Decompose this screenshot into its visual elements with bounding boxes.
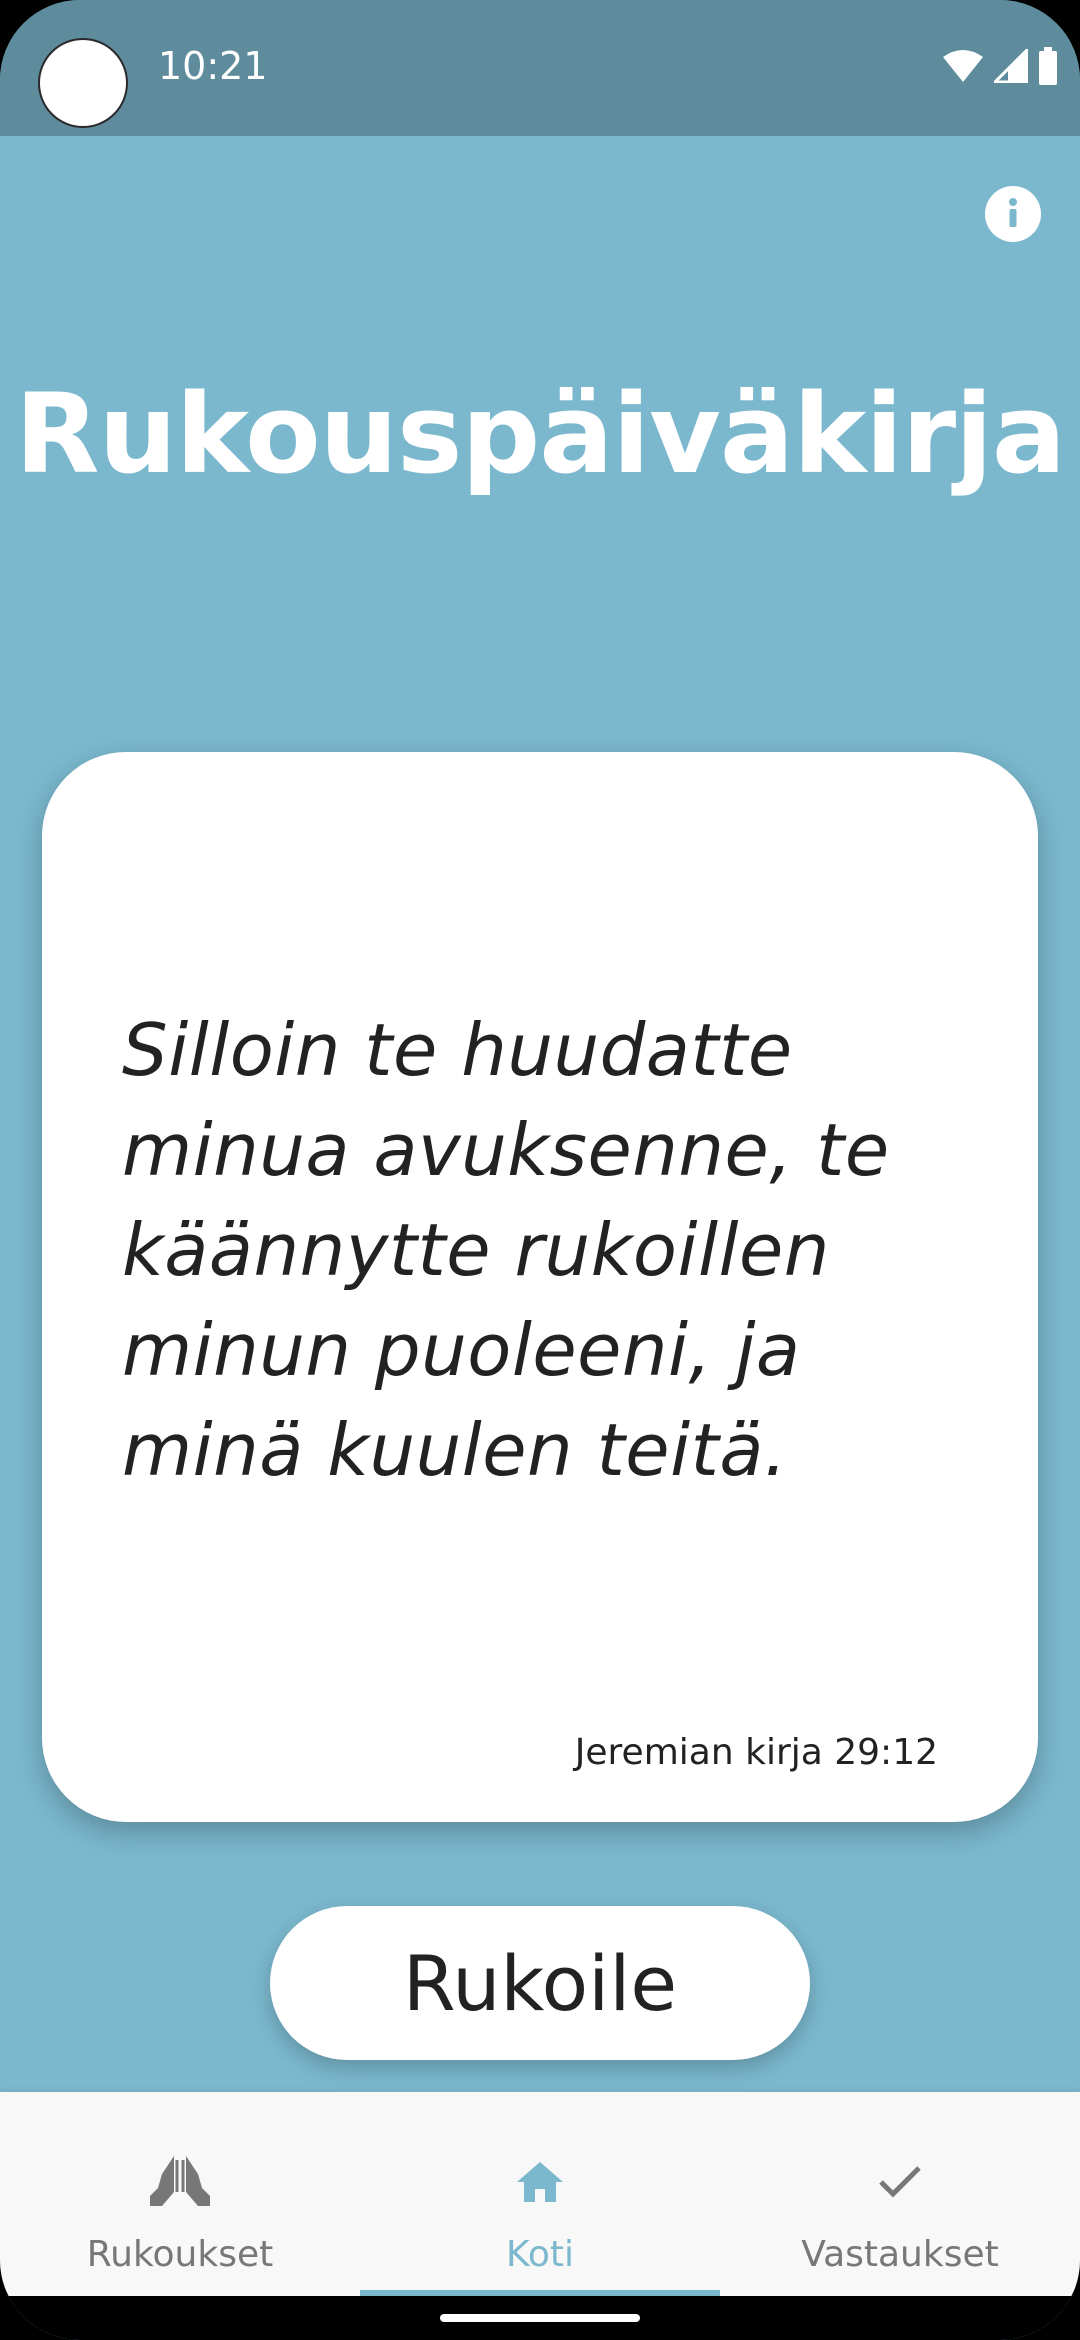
info-icon xyxy=(985,184,1041,244)
nav-label-rukoukset: Rukoukset xyxy=(86,2234,274,2275)
bottom-navigation: Rukoukset Koti Vastaukset xyxy=(0,2092,1080,2296)
verse-card: Silloin te huudatte minua avuksenne, te … xyxy=(42,752,1038,1822)
wifi-icon xyxy=(942,49,984,87)
verse-reference: Jeremian kirja 29:12 xyxy=(574,1732,938,1773)
gesture-bar xyxy=(0,2296,1080,2340)
nav-item-vastaukset[interactable]: Vastaukset xyxy=(720,2092,1080,2296)
nav-label-koti: Koti xyxy=(506,2234,574,2275)
praying-hands-icon xyxy=(144,2152,216,2212)
battery-icon xyxy=(1038,47,1058,89)
signal-icon xyxy=(991,46,1029,87)
status-icons xyxy=(942,46,1058,89)
page-title: Rukouspäiväkirja xyxy=(14,370,1066,498)
info-button[interactable] xyxy=(985,186,1041,242)
home-gesture-handle[interactable] xyxy=(440,2314,640,2322)
check-icon xyxy=(864,2152,936,2212)
verse-text: Silloin te huudatte minua avuksenne, te … xyxy=(122,1008,890,1492)
nav-item-koti[interactable]: Koti xyxy=(360,2092,720,2296)
status-bar: 10:21 xyxy=(0,0,1080,136)
app-screen: 10:21 Rukouspäiväkirja Silloin te huudat… xyxy=(0,0,1080,2340)
home-icon xyxy=(504,2152,576,2212)
pray-button[interactable]: Rukoile xyxy=(270,1906,810,2060)
nav-label-vastaukset: Vastaukset xyxy=(801,2234,999,2275)
status-time: 10:21 xyxy=(158,44,268,88)
camera-cutout xyxy=(38,38,128,128)
nav-item-rukoukset[interactable]: Rukoukset xyxy=(0,2092,360,2296)
